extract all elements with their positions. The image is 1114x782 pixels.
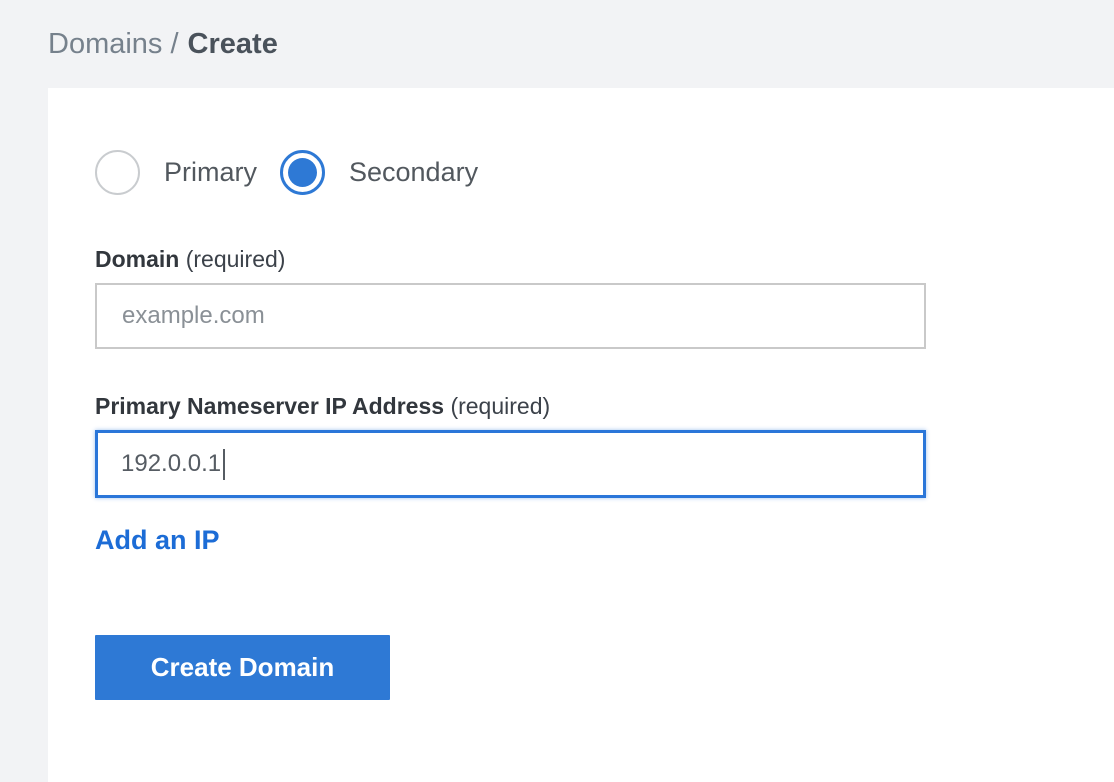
create-domain-form: Primary Secondary Domain (required) Prim…: [48, 88, 1114, 782]
create-domain-button[interactable]: Create Domain: [95, 635, 390, 700]
radio-circle-secondary[interactable]: [280, 150, 325, 195]
breadcrumb-page-create: Create: [188, 28, 278, 61]
radio-label-primary: Primary: [164, 157, 257, 188]
domain-input[interactable]: [95, 283, 926, 349]
radio-option-primary[interactable]: Primary: [95, 150, 257, 195]
radio-selected-dot: [288, 158, 317, 187]
domain-field-label: Domain (required): [95, 245, 1074, 273]
radio-option-secondary[interactable]: Secondary: [280, 150, 478, 195]
add-ip-link[interactable]: Add an IP: [95, 525, 220, 556]
breadcrumb: Domains / Create: [0, 0, 1114, 88]
radio-label-secondary: Secondary: [349, 157, 478, 188]
domain-type-radio-group: Primary Secondary: [95, 150, 1074, 195]
radio-circle-primary[interactable]: [95, 150, 140, 195]
primary-ns-ip-required-hint: (required): [450, 393, 550, 419]
primary-ns-ip-label: Primary Nameserver IP Address (required): [95, 392, 1074, 420]
primary-ns-ip-value: 192.0.0.1: [121, 450, 221, 478]
breadcrumb-section-domains[interactable]: Domains /: [48, 28, 179, 61]
primary-ns-ip-label-text: Primary Nameserver IP Address: [95, 393, 444, 419]
domain-label-text: Domain: [95, 246, 179, 272]
primary-ns-ip-input[interactable]: 192.0.0.1: [95, 430, 926, 498]
domain-required-hint: (required): [186, 246, 286, 272]
text-cursor: [223, 449, 225, 480]
primary-ns-ip-field: Primary Nameserver IP Address (required)…: [95, 392, 1074, 498]
domain-field: Domain (required): [95, 245, 1074, 349]
